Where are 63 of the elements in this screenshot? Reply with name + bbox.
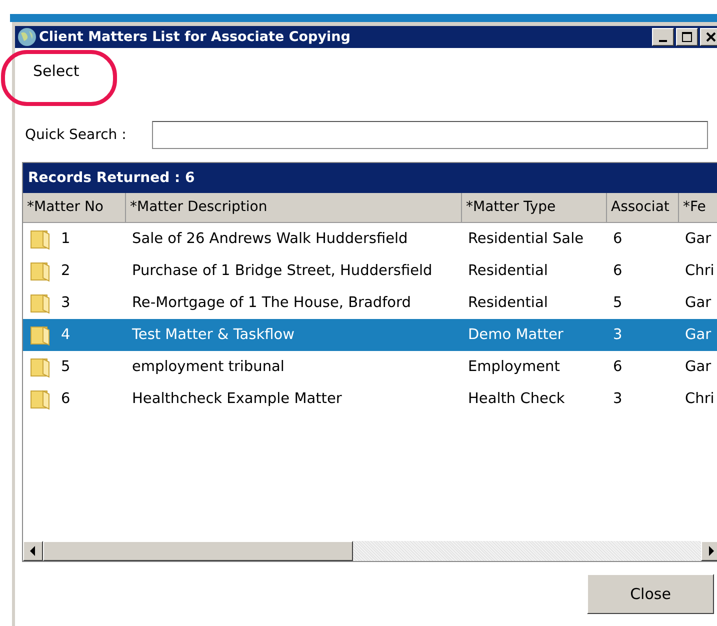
minimize-icon [659,40,667,42]
column-header[interactable]: *Fe [679,193,717,222]
table-cell: Gar [685,295,712,311]
search-field[interactable] [152,121,708,149]
table-cell: 6 [61,391,70,407]
window-title: Client Matters List for Associate Copying [39,29,350,45]
table-cell: Gar [685,327,712,343]
table-cell: 4 [61,327,70,343]
table-cell: Employment [468,359,560,375]
table-cell: 3 [613,327,622,343]
table-cell: 1 [61,231,70,247]
table-row[interactable]: 4 Test Matter & Taskflow Demo Matter 3 Gar [23,319,717,351]
column-header[interactable]: *Matter Description [126,193,462,222]
maximize-icon [682,32,692,42]
table-cell: Residential Sale [468,231,584,247]
table-cell: Test Matter & Taskflow [132,327,294,343]
folder-icon [29,260,51,282]
close-icon [706,32,716,42]
close-dialog-button[interactable]: Close [587,574,714,614]
table-cell: 6 [613,231,622,247]
table-row[interactable]: 2 Purchase of 1 Bridge Street, Huddersfield Residential 6 Chri [23,255,717,287]
folder-icon [29,292,51,314]
table-cell: Healthcheck Example Matter [132,391,342,407]
search-label: Quick Search : [25,127,128,143]
table-cell: Chri [685,391,714,407]
table-cell: Demo Matter [468,327,564,343]
table-cell: 5 [613,295,622,311]
column-header[interactable]: *Matter No [23,193,126,222]
right-arrow-icon [707,546,715,556]
table-cell: 5 [61,359,70,375]
table-cell: Gar [685,231,712,247]
folder-icon [29,228,51,250]
table-cell: Sale of 26 Andrews Walk Huddersfield [132,231,408,247]
folder-icon [29,324,51,346]
table-row[interactable]: 6 Healthcheck Example Matter Health Check 3 Chri [23,383,717,415]
folder-icon [29,356,51,378]
table-cell: Health Check [468,391,565,407]
minimize-button[interactable] [652,28,674,46]
table-cell: 3 [613,391,622,407]
column-header[interactable]: Associat [607,193,679,222]
select-button[interactable]: Select [25,60,88,82]
table-cell: 6 [613,359,622,375]
table-cell: Re-Mortgage of 1 The House, Bradford [132,295,411,311]
table-cell: 3 [61,295,70,311]
table-row[interactable]: 1 Sale of 26 Andrews Walk Huddersfield Residential Sale 6 Gar [23,223,717,255]
table-row[interactable]: 3 Re-Mortgage of 1 The House, Bradford Residential 5 Gar [23,287,717,319]
table-cell: Purchase of 1 Bridge Street, Huddersfield [132,263,432,279]
records-header: Records Returned : 6 [23,163,717,193]
maximize-button[interactable] [676,28,698,46]
table-cell: Residential [468,295,548,311]
table-cell: 6 [613,263,622,279]
horizontal-scrollbar[interactable] [23,541,717,561]
table-cell: Chri [685,263,714,279]
folder-icon [29,388,51,410]
table-row[interactable]: 5 employment tribunal Employment 6 Gar [23,351,717,383]
table-cell: Gar [685,359,712,375]
column-header[interactable]: *Matter Type [462,193,607,222]
close-button[interactable] [700,28,717,46]
globe-icon [17,27,37,47]
table-cell: 2 [61,263,70,279]
table-cell: employment tribunal [132,359,284,375]
table-cell: Residential [468,263,548,279]
left-arrow-icon [29,546,37,556]
